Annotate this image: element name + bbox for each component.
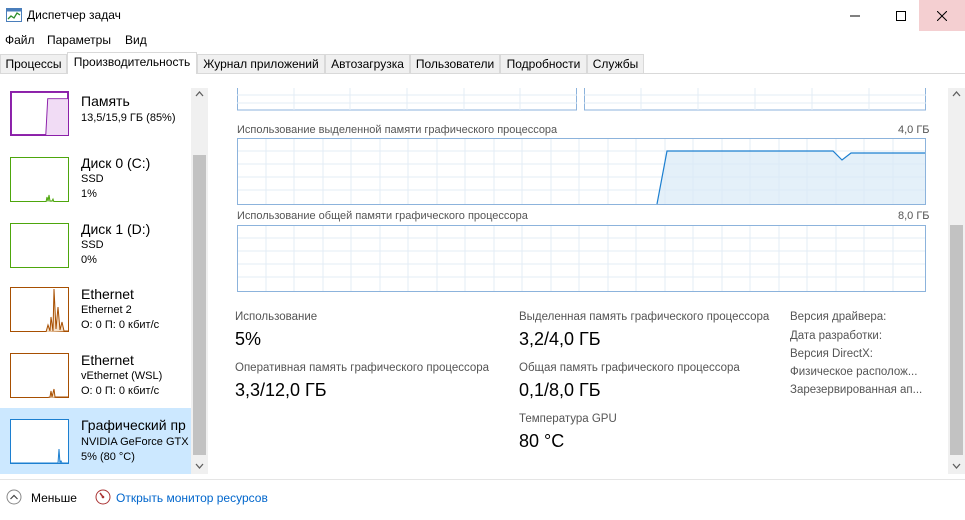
tab-details[interactable]: Подробности — [500, 54, 587, 73]
tab-users[interactable]: Пользователи — [410, 54, 500, 73]
device-detail: 13,5/15,9 ГБ (85%) — [81, 112, 176, 124]
device-usage: 5% (80 °C) — [81, 451, 135, 463]
directx-version-label: Версия DirectX: — [790, 348, 873, 360]
device-title: Ethernet — [81, 352, 134, 368]
content-scroll-thumb[interactable] — [950, 225, 963, 455]
device-title: Ethernet — [81, 286, 134, 302]
shared-memory-graph-label: Использование общей памяти графического … — [237, 210, 528, 222]
device-title: Графический пр — [81, 417, 186, 433]
reserved-memory-label: Зарезервированная ап... — [790, 384, 923, 396]
shared-memory-label: Общая память графического процессора — [519, 362, 740, 374]
ethernet-2-thumbnail — [10, 287, 69, 332]
usage-value: 5% — [235, 329, 262, 349]
dedicated-memory-label: Выделенная память графического процессор… — [519, 311, 770, 323]
disk-0-thumbnail — [10, 157, 69, 202]
window-title: Диспетчер задач — [27, 8, 121, 22]
maximize-icon — [896, 10, 906, 21]
close-icon — [937, 10, 947, 21]
device-title: Диск 1 (D:) — [81, 221, 151, 237]
open-resource-monitor-link[interactable]: Открыть монитор ресурсов — [116, 491, 268, 505]
usage-label: Использование — [235, 311, 318, 323]
minimize-button[interactable] — [832, 0, 878, 31]
shared-memory-graph-max: 8,0 ГБ — [898, 210, 930, 222]
physical-location-label: Физическое располож... — [790, 366, 918, 378]
driver-date-label: Дата разработки: — [790, 330, 883, 342]
scroll-down-icon[interactable] — [194, 462, 205, 470]
device-throughput: О: 0 П: 0 кбит/с — [81, 385, 160, 397]
gpu-thumbnail — [10, 419, 69, 464]
device-disk-1[interactable]: Диск 1 (D:) SSD 0% — [0, 218, 191, 280]
fewer-details-button[interactable]: Меньше — [31, 491, 77, 505]
device-list-scroll-thumb[interactable] — [193, 155, 206, 455]
gpu-ram-value: 3,3/12,0 ГБ — [235, 380, 327, 400]
memory-thumbnail — [10, 91, 69, 136]
scroll-up-icon[interactable] — [951, 90, 962, 98]
menu-options[interactable]: Параметры — [47, 33, 111, 47]
tab-startup[interactable]: Автозагрузка — [325, 54, 410, 73]
menu-view[interactable]: Вид — [125, 33, 147, 47]
device-disk-0[interactable]: Диск 0 (C:) SSD 1% — [0, 152, 191, 214]
driver-version-label: Версия драйвера: — [790, 311, 887, 323]
chevron-up-circle-icon[interactable] — [6, 489, 22, 505]
engine-graph-right — [584, 88, 926, 111]
dedicated-memory-graph-max: 4,0 ГБ — [898, 124, 930, 136]
device-list[interactable]: Память 13,5/15,9 ГБ (85%) Диск 0 (C:) SS… — [0, 74, 208, 474]
close-button[interactable] — [919, 0, 965, 31]
device-usage: 1% — [81, 188, 97, 200]
tab-app-history[interactable]: Журнал приложений — [197, 54, 325, 73]
gpu-ram-label: Оперативная память графического процессо… — [235, 362, 490, 374]
device-model: NVIDIA GeForce GTX — [81, 436, 189, 448]
dedicated-memory-graph — [237, 138, 926, 205]
gpu-temperature-label: Температура GPU — [519, 413, 617, 425]
tab-services[interactable]: Службы — [587, 54, 644, 73]
maximize-button[interactable] — [878, 0, 924, 31]
resource-monitor-icon[interactable] — [95, 489, 111, 505]
tab-performance[interactable]: Производительность — [67, 52, 197, 74]
ethernet-wsl-thumbnail — [10, 353, 69, 398]
tab-processes[interactable]: Процессы — [0, 54, 67, 73]
footer-divider — [0, 479, 965, 480]
title-bar — [0, 0, 965, 31]
disk-1-thumbnail — [10, 223, 69, 268]
shared-memory-value: 0,1/8,0 ГБ — [519, 380, 601, 400]
device-type: SSD — [81, 173, 104, 185]
device-ethernet-2[interactable]: Ethernet Ethernet 2 О: 0 П: 0 кбит/с — [0, 284, 191, 346]
dedicated-memory-value: 3,2/4,0 ГБ — [519, 329, 601, 349]
minimize-icon — [850, 15, 860, 16]
gpu-temperature-value: 80 °C — [519, 431, 565, 451]
scroll-up-icon[interactable] — [194, 90, 205, 98]
device-ethernet-wsl[interactable]: Ethernet vEthernet (WSL) О: 0 П: 0 кбит/… — [0, 350, 191, 412]
engine-graph-left — [237, 88, 577, 111]
device-title: Память — [81, 93, 130, 109]
scroll-down-icon[interactable] — [951, 462, 962, 470]
shared-memory-graph — [237, 225, 926, 292]
device-throughput: О: 0 П: 0 кбит/с — [81, 319, 160, 331]
menu-file[interactable]: Файл — [5, 33, 35, 47]
dedicated-memory-graph-label: Использование выделенной памяти графичес… — [237, 124, 558, 136]
device-gpu[interactable]: Графический пр NVIDIA GeForce GTX 5% (80… — [0, 408, 191, 474]
device-memory[interactable]: Память 13,5/15,9 ГБ (85%) — [0, 86, 191, 148]
device-title: Диск 0 (C:) — [81, 155, 151, 171]
task-manager-icon — [6, 8, 22, 22]
device-adapter: Ethernet 2 — [81, 304, 132, 316]
device-type: SSD — [81, 239, 104, 251]
device-usage: 0% — [81, 254, 97, 266]
device-adapter: vEthernet (WSL) — [81, 370, 163, 382]
